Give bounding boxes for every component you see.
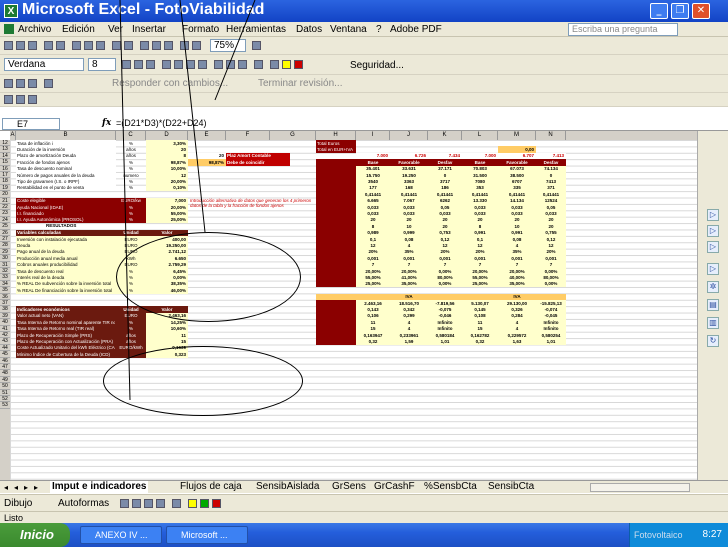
annotation-lines xyxy=(119,0,256,401)
annotation-line-2 xyxy=(214,0,256,101)
annotation-line-3 xyxy=(119,0,131,401)
annotation-line-1 xyxy=(179,0,206,233)
